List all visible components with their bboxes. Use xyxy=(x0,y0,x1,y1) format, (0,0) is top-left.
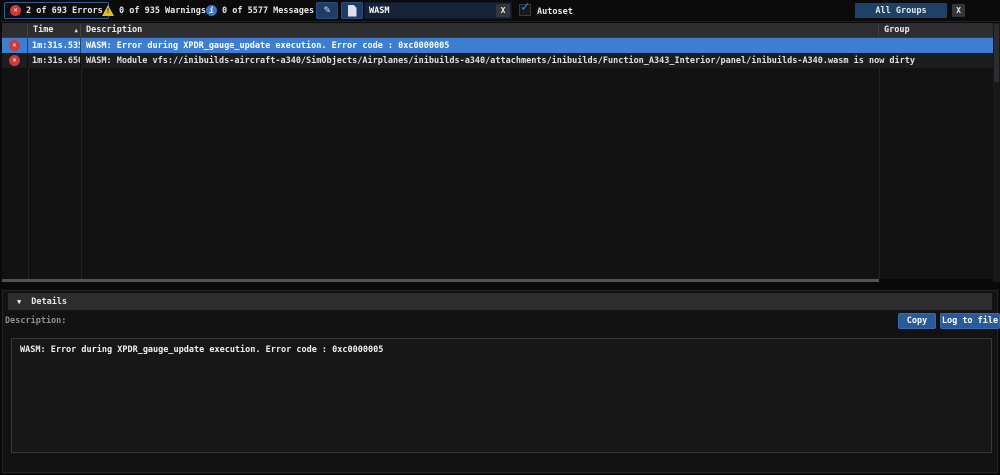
filter-clear-button[interactable]: X xyxy=(496,4,510,17)
details-title: Details xyxy=(31,297,67,307)
copy-button[interactable]: Copy xyxy=(898,313,936,329)
severity-cell: ✕ xyxy=(2,38,28,53)
details-header[interactable]: ▼ Details xyxy=(8,293,992,310)
warnings-filter-toggle[interactable]: ! 0 of 935 Warnings xyxy=(102,2,206,19)
description-label: Description: xyxy=(5,316,66,326)
errors-filter-toggle[interactable]: ✕ 2 of 693 Errors xyxy=(4,2,109,19)
toolbar: ✕ 2 of 693 Errors ! 0 of 935 Warnings i … xyxy=(0,0,1000,22)
eraser-icon: ✎ xyxy=(324,4,331,15)
column-header-severity[interactable] xyxy=(2,23,28,37)
log-to-file-button[interactable]: Log to file xyxy=(940,313,1000,329)
horizontal-scrollbar[interactable] xyxy=(2,279,879,282)
error-icon: ✕ xyxy=(9,40,20,51)
autoset-label: Autoset xyxy=(537,7,573,17)
description-cell: WASM: Module vfs://inibuilds-aircraft-a3… xyxy=(81,53,879,68)
warnings-count-label: 0 of 935 Warnings xyxy=(119,6,206,16)
clear-console-button[interactable]: ✎ xyxy=(316,2,338,19)
groups-clear-button[interactable]: X xyxy=(952,4,965,17)
messages-filter-toggle[interactable]: i 0 of 5577 Messages xyxy=(206,2,314,19)
column-header-group[interactable]: Group xyxy=(879,23,993,37)
table-row[interactable]: ✕ 1m:31s.650ms WASM: Module vfs://inibui… xyxy=(2,53,993,68)
log-table: Time ▲ Description Group ✕ 1m:31s.535ms … xyxy=(2,23,993,279)
time-cell: 1m:31s.535ms xyxy=(28,38,81,53)
group-header-label: Group xyxy=(884,25,910,35)
copy-log-button[interactable] xyxy=(341,2,363,19)
details-panel: ▼ Details Description: Copy Log to file … xyxy=(2,290,998,473)
vertical-scrollbar[interactable] xyxy=(993,23,1000,282)
collapse-icon: ▼ xyxy=(17,298,21,306)
column-header-description[interactable]: Description xyxy=(81,23,879,37)
console-window: ✕ 2 of 693 Errors ! 0 of 935 Warnings i … xyxy=(0,0,1000,475)
checkmark-icon: ✓ xyxy=(521,0,529,15)
autoset-checkbox[interactable]: ✓ xyxy=(519,4,531,16)
messages-count-label: 0 of 5577 Messages xyxy=(222,6,314,16)
file-icon xyxy=(348,5,357,17)
table-row[interactable]: ✕ 1m:31s.535ms WASM: Error during XPDR_g… xyxy=(2,38,993,53)
warning-icon: ! xyxy=(102,5,114,16)
filter-input[interactable] xyxy=(365,6,496,16)
description-cell: WASM: Error during XPDR_gauge_update exe… xyxy=(81,38,879,53)
error-icon: ✕ xyxy=(9,55,20,66)
groups-dropdown[interactable]: All Groups xyxy=(855,3,947,18)
description-value: WASM: Error during XPDR_gauge_update exe… xyxy=(11,338,992,453)
severity-cell: ✕ xyxy=(2,53,28,68)
time-header-label: Time xyxy=(33,25,53,35)
filter-input-wrap: X xyxy=(364,2,512,19)
sort-ascending-icon: ▲ xyxy=(74,27,78,34)
info-icon: i xyxy=(206,5,217,16)
errors-count-label: 2 of 693 Errors xyxy=(26,6,103,16)
table-header-row: Time ▲ Description Group xyxy=(2,23,993,38)
column-header-time[interactable]: Time ▲ xyxy=(28,23,81,37)
description-header-label: Description xyxy=(86,25,142,35)
error-icon: ✕ xyxy=(10,5,21,16)
time-cell: 1m:31s.650ms xyxy=(28,53,81,68)
scrollbar-thumb[interactable] xyxy=(994,24,999,82)
